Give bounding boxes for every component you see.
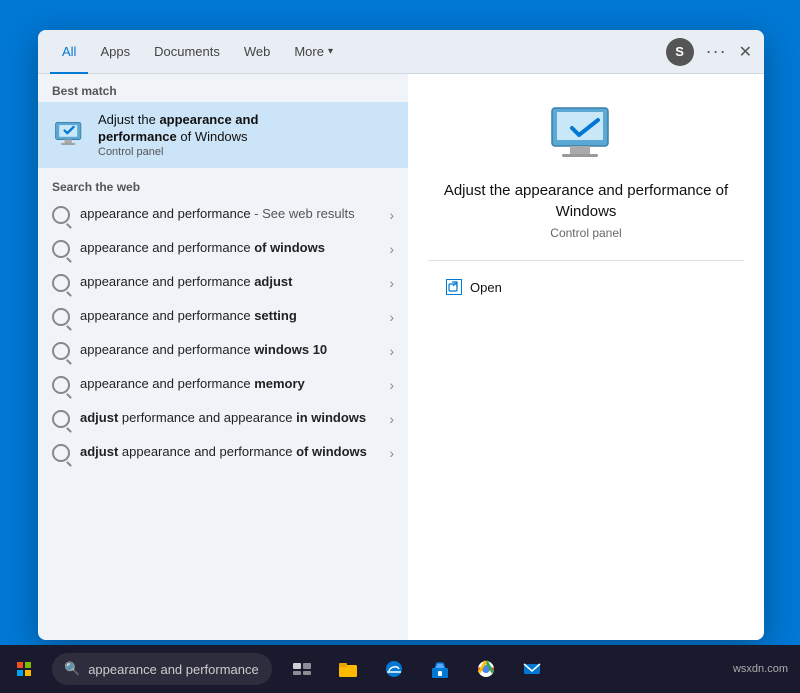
taskbar-right: wsxdn.com	[733, 663, 800, 675]
tab-bar-right: S ··· ✕	[666, 38, 752, 66]
arrow-icon-3: ›	[389, 275, 394, 291]
search-icon-5	[52, 342, 70, 360]
right-panel: Adjust the appearance and performance of…	[408, 74, 764, 640]
control-panel-icon	[52, 117, 88, 153]
web-search-label: Search the web	[38, 170, 408, 198]
arrow-icon-2: ›	[389, 241, 394, 257]
arrow-icon-1: ›	[389, 207, 394, 223]
search-icon-8	[52, 444, 70, 462]
tab-bar: All Apps Documents Web More ▾ S ··· ✕	[38, 30, 764, 74]
web-item-text-7: adjust performance and appearance in win…	[80, 410, 389, 427]
web-item-6[interactable]: appearance and performance memory ›	[38, 368, 408, 402]
web-item-text-3: appearance and performance adjust	[80, 274, 389, 291]
best-match-label: Best match	[38, 74, 408, 102]
arrow-icon-7: ›	[389, 411, 394, 427]
edge-browser-button[interactable]	[372, 647, 416, 691]
taskbar-icons	[280, 647, 554, 691]
search-icon-4	[52, 308, 70, 326]
task-view-button[interactable]	[280, 647, 324, 691]
mail-button[interactable]	[510, 647, 554, 691]
best-match-item[interactable]: Adjust the appearance andperformance of …	[38, 102, 408, 168]
taskbar-search-text: appearance and performance	[88, 662, 259, 677]
store-button[interactable]	[418, 647, 462, 691]
web-item-text-1: appearance and performance - See web res…	[80, 206, 389, 223]
left-panel: Best match Adjust the appearance andperf…	[38, 74, 408, 640]
taskbar-search-icon: 🔍	[64, 661, 80, 677]
tab-more[interactable]: More ▾	[282, 30, 345, 74]
arrow-icon-5: ›	[389, 343, 394, 359]
web-item-5[interactable]: appearance and performance windows 10 ›	[38, 334, 408, 368]
search-icon-6	[52, 376, 70, 394]
watermark-text: wsxdn.com	[733, 663, 788, 675]
tab-web[interactable]: Web	[232, 30, 283, 74]
best-match-subtitle: Control panel	[98, 146, 258, 158]
app-big-icon	[546, 104, 626, 164]
web-item-4[interactable]: appearance and performance setting ›	[38, 300, 408, 334]
more-options-button[interactable]: ···	[706, 41, 727, 62]
tab-documents[interactable]: Documents	[142, 30, 232, 74]
web-item-text-6: appearance and performance memory	[80, 376, 389, 393]
right-panel-subtitle: Control panel	[550, 226, 621, 240]
open-icon	[446, 279, 462, 295]
taskbar-search-box[interactable]: 🔍 appearance and performance	[52, 653, 272, 685]
search-icon-3	[52, 274, 70, 292]
web-item-text-2: appearance and performance of windows	[80, 240, 389, 257]
content-area: Best match Adjust the appearance andperf…	[38, 74, 764, 640]
user-avatar[interactable]: S	[666, 38, 694, 66]
search-window: All Apps Documents Web More ▾ S ··· ✕ Be…	[38, 30, 764, 640]
web-item-2[interactable]: appearance and performance of windows ›	[38, 232, 408, 266]
search-icon-1	[52, 206, 70, 224]
search-icon-2	[52, 240, 70, 258]
chevron-down-icon: ▾	[328, 46, 333, 57]
best-match-text: Adjust the appearance andperformance of …	[98, 112, 258, 158]
divider	[428, 260, 744, 261]
web-item-7[interactable]: adjust performance and appearance in win…	[38, 402, 408, 436]
search-icon-7	[52, 410, 70, 428]
open-button[interactable]: Open	[438, 273, 510, 301]
web-item-1[interactable]: appearance and performance - See web res…	[38, 198, 408, 232]
web-item-text-5: appearance and performance windows 10	[80, 342, 389, 359]
right-panel-title: Adjust the appearance and performance of…	[444, 180, 728, 222]
web-item-8[interactable]: adjust appearance and performance of win…	[38, 436, 408, 470]
arrow-icon-8: ›	[389, 445, 394, 461]
chrome-button[interactable]	[464, 647, 508, 691]
close-button[interactable]: ✕	[739, 42, 752, 62]
web-item-text-4: appearance and performance setting	[80, 308, 389, 325]
open-label: Open	[470, 280, 502, 295]
taskbar: 🔍 appearance and performance	[0, 645, 800, 693]
web-item-text-8: adjust appearance and performance of win…	[80, 444, 389, 461]
tab-apps[interactable]: Apps	[88, 30, 142, 74]
file-explorer-button[interactable]	[326, 647, 370, 691]
arrow-icon-4: ›	[389, 309, 394, 325]
tab-all[interactable]: All	[50, 30, 88, 74]
best-match-title: Adjust the appearance andperformance of …	[98, 112, 258, 146]
start-button[interactable]	[0, 645, 48, 693]
arrow-icon-6: ›	[389, 377, 394, 393]
web-item-3[interactable]: appearance and performance adjust ›	[38, 266, 408, 300]
windows-logo-icon	[17, 662, 31, 676]
